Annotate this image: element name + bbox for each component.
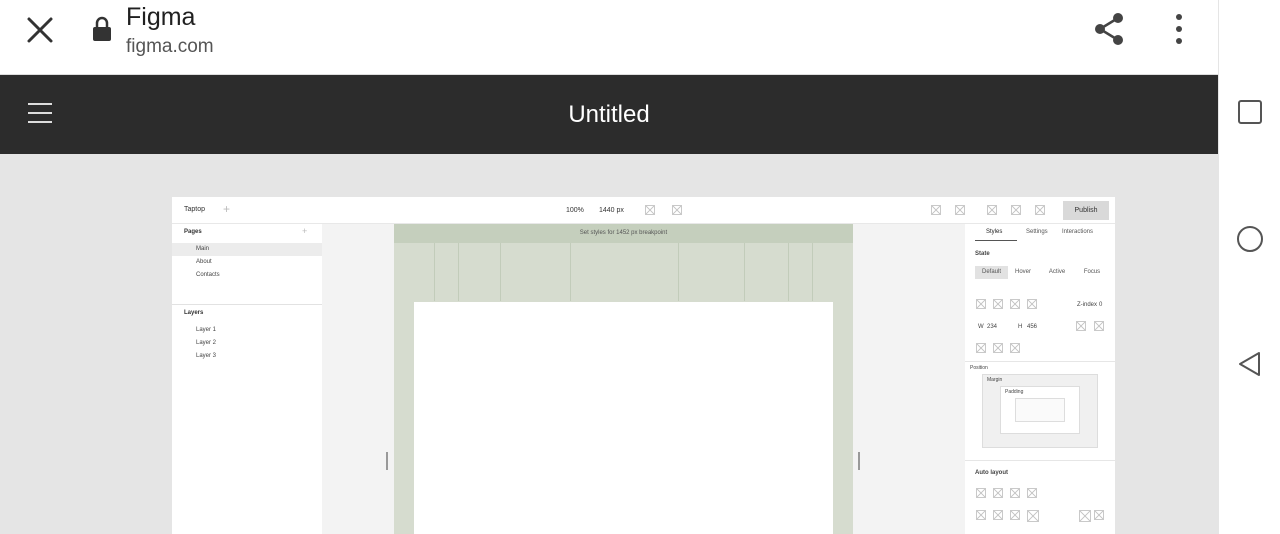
page-item: Main bbox=[196, 246, 210, 252]
share-icon[interactable] bbox=[1093, 12, 1125, 46]
site-title: Figma bbox=[126, 3, 196, 31]
hamburger-menu-icon[interactable] bbox=[27, 102, 53, 124]
lock-icon bbox=[92, 16, 112, 42]
style-placeholder-icon bbox=[976, 510, 986, 520]
divider bbox=[172, 304, 322, 305]
home-icon[interactable] bbox=[1236, 225, 1264, 253]
toolbar-placeholder-icon bbox=[645, 205, 655, 215]
style-placeholder-icon bbox=[1076, 321, 1086, 331]
zindex-label: Z-index bbox=[1077, 302, 1098, 308]
resize-handle bbox=[386, 452, 388, 470]
page-item: Contacts bbox=[196, 272, 220, 278]
toolbar-placeholder-icon bbox=[987, 205, 997, 215]
style-placeholder-icon bbox=[1094, 321, 1104, 331]
style-placeholder-icon bbox=[1010, 343, 1020, 353]
figma-canvas[interactable]: Taptop + 100% 1440 px Publish Pages + Ma… bbox=[0, 154, 1218, 534]
tab-interactions: Interactions bbox=[1062, 229, 1094, 235]
toolbar-placeholder-icon bbox=[955, 205, 965, 215]
site-url[interactable]: figma.com bbox=[126, 36, 214, 58]
page-frame bbox=[414, 302, 833, 534]
divider bbox=[965, 361, 1115, 362]
style-placeholder-icon bbox=[1010, 488, 1020, 498]
layer-item: Layer 2 bbox=[196, 340, 217, 346]
style-placeholder-icon bbox=[976, 343, 986, 353]
pages-heading: Pages bbox=[184, 229, 202, 235]
app-bar: Untitled bbox=[0, 75, 1218, 154]
page-item: About bbox=[196, 259, 212, 265]
toolbar-placeholder-icon bbox=[1011, 205, 1021, 215]
divider bbox=[965, 460, 1115, 461]
recents-icon[interactable] bbox=[1236, 98, 1264, 126]
browser-toolbar: Figma figma.com bbox=[0, 0, 1218, 75]
auto-layout-label: Auto layout bbox=[975, 470, 1008, 476]
document-title: Untitled bbox=[568, 101, 650, 128]
publish-button: Publish bbox=[1063, 201, 1109, 220]
more-options-icon[interactable] bbox=[1167, 12, 1191, 46]
add-page-icon: + bbox=[302, 226, 308, 236]
resize-handle bbox=[858, 452, 860, 470]
zindex-value: 0 bbox=[1099, 302, 1103, 308]
style-placeholder-icon bbox=[1010, 299, 1020, 309]
padding-label: Padding bbox=[1005, 389, 1024, 395]
style-placeholder-icon bbox=[1094, 510, 1104, 520]
style-placeholder-icon bbox=[993, 299, 1003, 309]
grid-line bbox=[570, 243, 571, 301]
grid-line bbox=[434, 243, 435, 301]
position-label: Position bbox=[970, 365, 988, 371]
breakpoint-name: Taptop bbox=[184, 206, 206, 213]
tab-settings: Settings bbox=[1026, 229, 1048, 235]
layers-heading: Layers bbox=[184, 310, 204, 316]
tab-styles: Styles bbox=[986, 229, 1003, 235]
add-icon: + bbox=[223, 202, 231, 216]
zoom-value: 100% bbox=[566, 207, 584, 214]
toolbar-placeholder-icon bbox=[1035, 205, 1045, 215]
style-placeholder-icon bbox=[976, 299, 986, 309]
style-placeholder-icon bbox=[1010, 510, 1020, 520]
mockup-left-panel: Pages + Main About Contacts Layers Layer… bbox=[172, 224, 322, 534]
screen: Figma figma.com Untitled Taptop + 100% 1… bbox=[0, 0, 1280, 534]
layer-item: Layer 1 bbox=[196, 327, 217, 333]
style-placeholder-icon bbox=[1027, 510, 1039, 522]
grid-line bbox=[744, 243, 745, 301]
grid-line bbox=[458, 243, 459, 301]
height-label: H bbox=[1018, 324, 1023, 330]
grid-line bbox=[812, 243, 813, 301]
style-placeholder-icon bbox=[993, 343, 1003, 353]
state-active: Active bbox=[1048, 269, 1066, 275]
width-value: 1440 px bbox=[599, 207, 624, 214]
grid-line bbox=[500, 243, 501, 301]
grid-line bbox=[678, 243, 679, 301]
style-placeholder-icon bbox=[1079, 510, 1091, 522]
height-input-value: 456 bbox=[1027, 324, 1038, 330]
state-label: State bbox=[975, 251, 990, 257]
style-placeholder-icon bbox=[1027, 299, 1037, 309]
width-input-value: 234 bbox=[987, 324, 998, 330]
state-hover: Hover bbox=[1014, 269, 1031, 275]
style-placeholder-icon bbox=[1027, 488, 1037, 498]
layer-item: Layer 3 bbox=[196, 353, 217, 359]
toolbar-placeholder-icon bbox=[931, 205, 941, 215]
system-navigation-bar bbox=[1218, 0, 1280, 534]
toolbar-placeholder-icon bbox=[672, 205, 682, 215]
content-box bbox=[1015, 398, 1065, 422]
mockup-right-panel: Styles Settings Interactions State Defau… bbox=[965, 224, 1115, 534]
style-placeholder-icon bbox=[993, 488, 1003, 498]
grid-line bbox=[788, 243, 789, 301]
state-focus: Focus bbox=[1083, 269, 1101, 275]
margin-label: Margin bbox=[987, 377, 1003, 383]
style-placeholder-icon bbox=[976, 488, 986, 498]
selected-page-highlight bbox=[172, 243, 322, 256]
close-icon[interactable] bbox=[24, 14, 56, 46]
back-icon[interactable] bbox=[1236, 350, 1264, 378]
active-tab-indicator bbox=[975, 240, 1017, 241]
style-placeholder-icon bbox=[993, 510, 1003, 520]
mockup-canvas: Set styles for 1452 px breakpoint bbox=[394, 224, 853, 534]
mockup-top-bar: Taptop + 100% 1440 px Publish bbox=[172, 197, 1115, 224]
state-default: Default bbox=[975, 266, 1008, 279]
width-label: W bbox=[978, 324, 984, 330]
breakpoint-hint: Set styles for 1452 px breakpoint bbox=[394, 224, 853, 243]
design-mockup: Taptop + 100% 1440 px Publish Pages + Ma… bbox=[172, 197, 1115, 534]
